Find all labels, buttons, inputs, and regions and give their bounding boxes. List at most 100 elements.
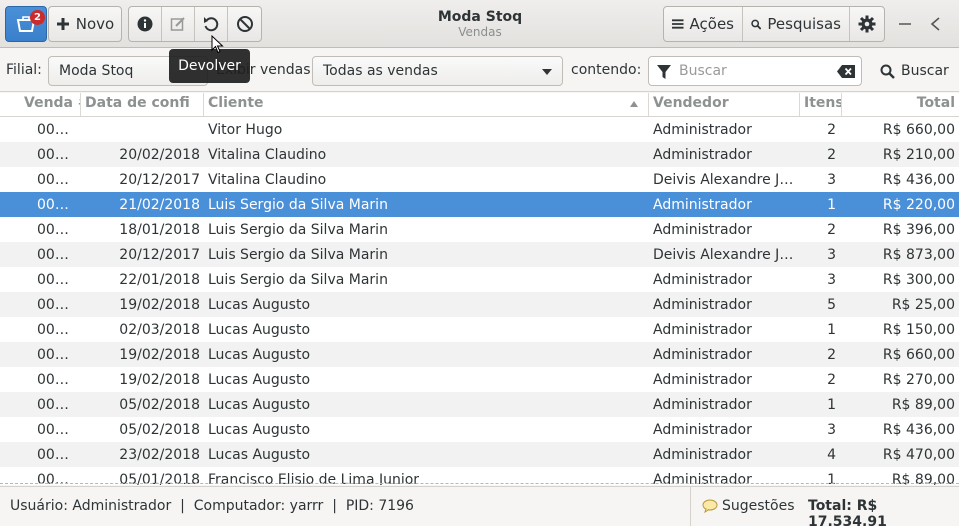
cell-items: 2: [827, 146, 836, 163]
table-row[interactable]: 00077 Vitor Hugo Administrador 2 R$ 660,00: [0, 117, 959, 142]
plus-icon: [56, 18, 69, 30]
table-row[interactable]: 00054 02/03/2018 Lucas Augusto Administrado…: [0, 317, 959, 342]
cell-sale-number: 00025: [37, 396, 81, 413]
cell-items: 1: [827, 321, 836, 338]
cell-total: R$ 660,00: [882, 346, 955, 363]
table-row[interactable]: 00038 19/02/2018 Lucas Augusto Administrado…: [0, 367, 959, 392]
cell-client: Lucas Augusto: [208, 396, 311, 413]
minimize-button[interactable]: [893, 12, 917, 36]
cell-client: Lucas Augusto: [208, 446, 311, 463]
cell-client: Lucas Augusto: [208, 296, 311, 313]
column-header-total[interactable]: Total: [842, 93, 959, 116]
window-subtitle: Vendas: [458, 25, 502, 39]
cell-salesperson: Deivis Alexandre Junior: [653, 171, 800, 188]
cell-total: R$ 436,00: [882, 171, 955, 188]
table-row[interactable]: 00004 21/02/2018 Luis Sergio da Silva Mari…: [0, 192, 959, 217]
column-header-items[interactable]: Itens: [800, 93, 842, 116]
speech-bubble-icon: [702, 499, 718, 513]
column-header-salesperson[interactable]: Vendedor: [649, 93, 800, 116]
cart-count-badge: 2: [30, 10, 45, 25]
search-input[interactable]: Buscar: [648, 56, 862, 86]
sales-table: Venda # Data de confi Cliente Vendedor I…: [0, 93, 959, 485]
cell-items: 2: [827, 371, 836, 388]
window-title: Moda Stoq: [437, 9, 523, 25]
column-header-confirm-date[interactable]: Data de confi: [81, 93, 204, 116]
cell-total: R$ 436,00: [882, 421, 955, 438]
clear-icon[interactable]: [837, 65, 855, 78]
cell-confirm-date: 19/02/2018: [119, 296, 200, 313]
cell-confirm-date: 22/01/2018: [119, 271, 200, 288]
cell-items: 1: [827, 396, 836, 413]
search-button[interactable]: Buscar: [874, 56, 955, 86]
new-button[interactable]: Novo: [48, 6, 122, 42]
sales-cart-button[interactable]: 2: [5, 6, 47, 42]
table-row[interactable]: 00046 23/02/2018 Lucas Augusto Administrado…: [0, 442, 959, 467]
column-header-sale-number[interactable]: Venda #: [0, 93, 81, 116]
cell-total: R$ 873,00: [882, 246, 955, 263]
back-button[interactable]: [924, 12, 948, 36]
suggestions-label: Sugestões: [722, 498, 795, 514]
searches-menu-button[interactable]: Pesquisas: [743, 7, 850, 41]
actions-menu-button[interactable]: Ações: [664, 7, 743, 41]
cell-items: 3: [827, 246, 836, 263]
cell-client: Vitalina Claudino: [208, 146, 327, 163]
table-header: Venda # Data de confi Cliente Vendedor I…: [0, 93, 959, 117]
details-button[interactable]: [129, 7, 162, 41]
cell-confirm-date: 20/02/2018: [119, 146, 200, 163]
table-bottom-divider: [0, 483, 959, 484]
column-header-client-label: Cliente: [208, 95, 264, 111]
cancel-sale-button[interactable]: [228, 7, 261, 41]
cell-confirm-date: 05/02/2018: [119, 421, 200, 438]
cell-items: 2: [827, 221, 836, 238]
cell-salesperson: Administrador: [653, 446, 752, 463]
cell-salesperson: Administrador: [653, 396, 752, 413]
table-row[interactable]: 00001 20/12/2017 Vitalina Claudino Deivis A…: [0, 167, 959, 192]
window-title-area: Moda Stoq Vendas: [380, 9, 580, 39]
status-info: Usuário: Administrador | Computador: yar…: [10, 498, 414, 514]
cell-total: R$ 396,00: [882, 221, 955, 238]
cell-confirm-date: 21/02/2018: [119, 196, 200, 213]
minimize-icon: [899, 23, 911, 25]
cell-total: R$ 270,00: [882, 371, 955, 388]
cell-items: 5: [827, 296, 836, 313]
actions-label: Ações: [689, 15, 734, 33]
cell-confirm-date: 02/03/2018: [119, 321, 200, 338]
branch-value: Moda Stoq: [59, 63, 134, 79]
cell-confirm-date: 20/12/2017: [119, 246, 200, 263]
cell-salesperson: Administrador: [653, 146, 752, 163]
cell-items: 3: [827, 421, 836, 438]
cell-confirm-date: 23/02/2018: [119, 446, 200, 463]
return-tooltip: Devolver: [169, 49, 250, 83]
cell-salesperson: Administrador: [653, 346, 752, 363]
table-row[interactable]: 00039 19/02/2018 Lucas Augusto Administrado…: [0, 342, 959, 367]
table-row[interactable]: 00025 05/02/2018 Lucas Augusto Administrado…: [0, 392, 959, 417]
cell-sale-number: 00039: [37, 346, 81, 363]
column-header-client[interactable]: Cliente: [204, 93, 649, 116]
table-row[interactable]: 00041 20/02/2018 Vitalina Claudino Administ…: [0, 142, 959, 167]
show-sales-combo[interactable]: Todas as vendas: [312, 56, 563, 86]
table-row[interactable]: 00024 05/02/2018 Lucas Augusto Administrado…: [0, 417, 959, 442]
branch-label: Filial:: [6, 62, 42, 78]
cell-salesperson: Administrador: [653, 271, 752, 288]
table-row[interactable]: 00003 20/12/2017 Luis Sergio da Silva Mari…: [0, 242, 959, 267]
cell-items: 3: [827, 271, 836, 288]
cell-items: 2: [827, 346, 836, 363]
cell-sale-number: 00040: [37, 296, 81, 313]
table-row[interactable]: 00016 22/01/2018 Luis Sergio da Silva Mari…: [0, 267, 959, 292]
cell-total: R$ 470,00: [882, 446, 955, 463]
cell-sale-number: 00054: [37, 321, 81, 338]
suggestions-button[interactable]: Sugestões: [702, 498, 795, 514]
table-row[interactable]: 00011 18/01/2018 Luis Sergio da Silva Mari…: [0, 217, 959, 242]
cell-sale-number: 00003: [37, 246, 81, 263]
cell-client: Lucas Augusto: [208, 371, 311, 388]
status-bar: Usuário: Administrador | Computador: yar…: [0, 486, 959, 526]
table-row[interactable]: 00040 19/02/2018 Lucas Augusto Administrado…: [0, 292, 959, 317]
cancel-icon: [236, 16, 253, 32]
edit-button[interactable]: [162, 7, 195, 41]
settings-button[interactable]: [850, 7, 884, 41]
cell-client: Luis Sergio da Silva Marin: [208, 271, 388, 288]
cell-confirm-date: 19/02/2018: [119, 346, 200, 363]
chevron-down-icon: [542, 69, 552, 75]
cell-sale-number: 00041: [37, 146, 81, 163]
search-icon: [751, 19, 762, 30]
